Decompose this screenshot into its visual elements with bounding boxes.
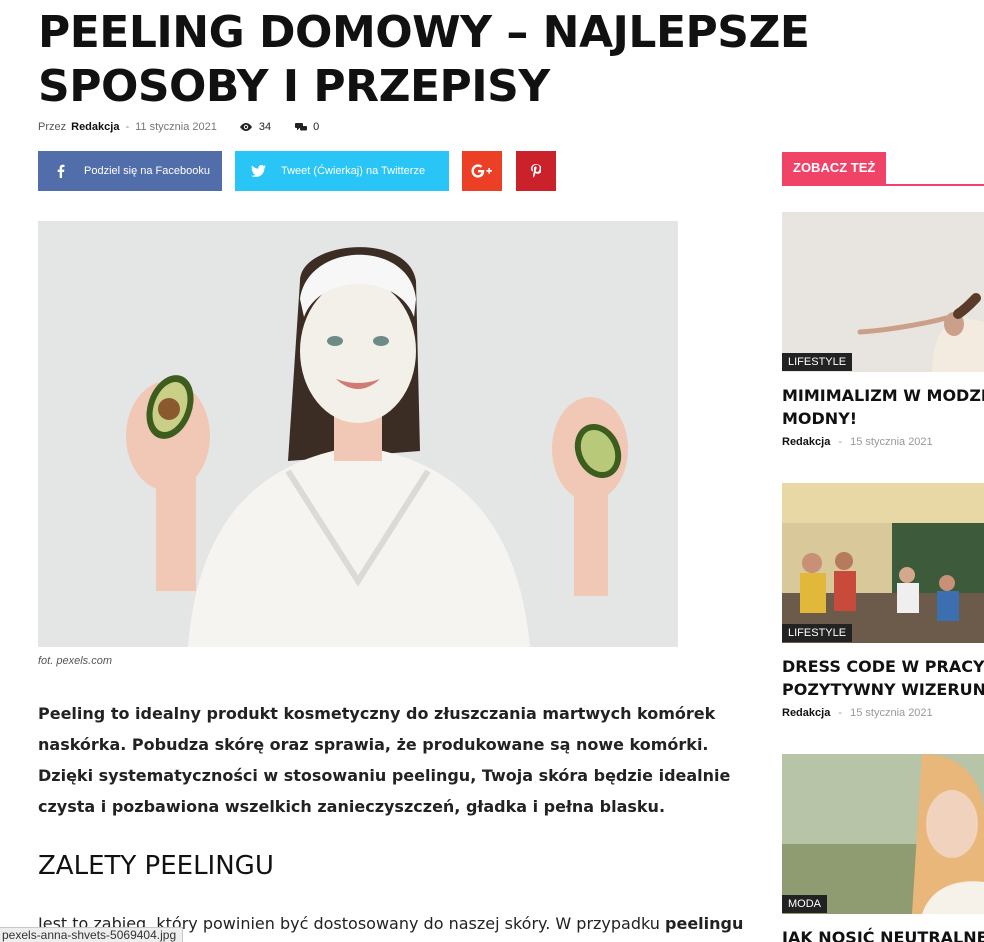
related-post-title-line: JAK NOSIĆ NEUTRALNE K (782, 928, 984, 942)
related-post-author[interactable]: Redakcja (782, 707, 830, 719)
related-post-title-line: MIMIMALIZM W MODZIE (782, 386, 984, 405)
view-count: 34 (239, 121, 271, 133)
comment-icon (295, 123, 308, 131)
related-post-card[interactable]: LIFESTYLE MIMIMALIZM W MODZIE MODNY! Red… (782, 212, 984, 462)
related-post-thumbnail[interactable] (782, 754, 984, 914)
pinterest-icon (531, 164, 541, 178)
body-paragraph-bold: peelingu (665, 914, 744, 933)
meta-separator: - (838, 436, 843, 448)
comment-count[interactable]: 0 (295, 121, 319, 133)
related-post-title-line: MODNY! (782, 409, 858, 428)
page-title: PEELING DOMOWY – NAJLEPSZE SPOSOBY I PRZ… (38, 7, 810, 112)
related-post-meta: Redakcja - 15 stycznia 2021 (782, 707, 933, 719)
facebook-share-label: Podziel się na Facebooku (84, 165, 210, 177)
related-post-author[interactable]: Redakcja (782, 436, 830, 448)
browser-status-bar: pexels-anna-shvets-5069404.jpg (0, 927, 184, 942)
related-post-card[interactable]: LIFESTYLE DRESS CODE W PRACY – Z POZYTYW… (782, 483, 984, 733)
twitter-icon (241, 165, 275, 177)
comment-count-value: 0 (313, 121, 320, 133)
article-hero-image[interactable] (38, 221, 678, 647)
lead-paragraph: Peeling to idealny produkt kosmetyczny d… (38, 704, 731, 816)
facebook-share-button[interactable]: Podziel się na Facebooku (38, 151, 222, 191)
sidebar-heading: ZOBACZ TEŻ (782, 152, 984, 186)
related-post-date: 15 stycznia 2021 (850, 436, 933, 448)
category-badge[interactable]: LIFESTYLE (782, 624, 853, 642)
related-post-title[interactable]: MIMIMALIZM W MODZIE MODNY! (782, 384, 984, 430)
section-heading: ZALETY PEELINGU (38, 851, 274, 881)
related-post-card[interactable]: MODA JAK NOSIĆ NEUTRALNE K (782, 754, 984, 942)
related-post-title-line: DRESS CODE W PRACY – Z (782, 657, 984, 676)
google-plus-icon (471, 164, 492, 178)
author-link[interactable]: Redakcja (71, 121, 119, 133)
meta-separator: - (125, 121, 130, 133)
category-badge[interactable]: MODA (782, 895, 827, 913)
twitter-share-button[interactable]: Tweet (Ćwierkaj) na Twitterze (235, 151, 449, 191)
category-badge[interactable]: LIFESTYLE (782, 353, 853, 371)
pinterest-share-button[interactable] (516, 151, 556, 191)
facebook-icon (44, 164, 78, 178)
related-post-title[interactable]: DRESS CODE W PRACY – Z POZYTYWNY WIZERUN… (782, 655, 984, 701)
sidebar-heading-label: ZOBACZ TEŻ (782, 152, 887, 184)
related-post-title[interactable]: JAK NOSIĆ NEUTRALNE K (782, 926, 984, 942)
view-count-value: 34 (258, 121, 272, 133)
post-meta: Przez Redakcja - 11 stycznia 2021 34 0 (38, 119, 319, 135)
google-plus-share-button[interactable] (462, 151, 502, 191)
eye-icon (239, 123, 252, 131)
related-post-thumbnail[interactable] (782, 483, 984, 643)
related-post-title-line: POZYTYWNY WIZERUNEK (782, 680, 984, 699)
image-caption: fot. pexels.com (38, 655, 112, 667)
post-date: 11 stycznia 2021 (135, 121, 217, 133)
related-post-date: 15 stycznia 2021 (850, 707, 933, 719)
by-label: Przez (38, 121, 67, 133)
twitter-share-label: Tweet (Ćwierkaj) na Twitterze (281, 165, 426, 177)
related-post-thumbnail[interactable] (782, 212, 984, 372)
related-post-meta: Redakcja - 15 stycznia 2021 (782, 436, 933, 448)
meta-separator: - (838, 707, 843, 719)
sidebar-heading-line (782, 184, 984, 186)
